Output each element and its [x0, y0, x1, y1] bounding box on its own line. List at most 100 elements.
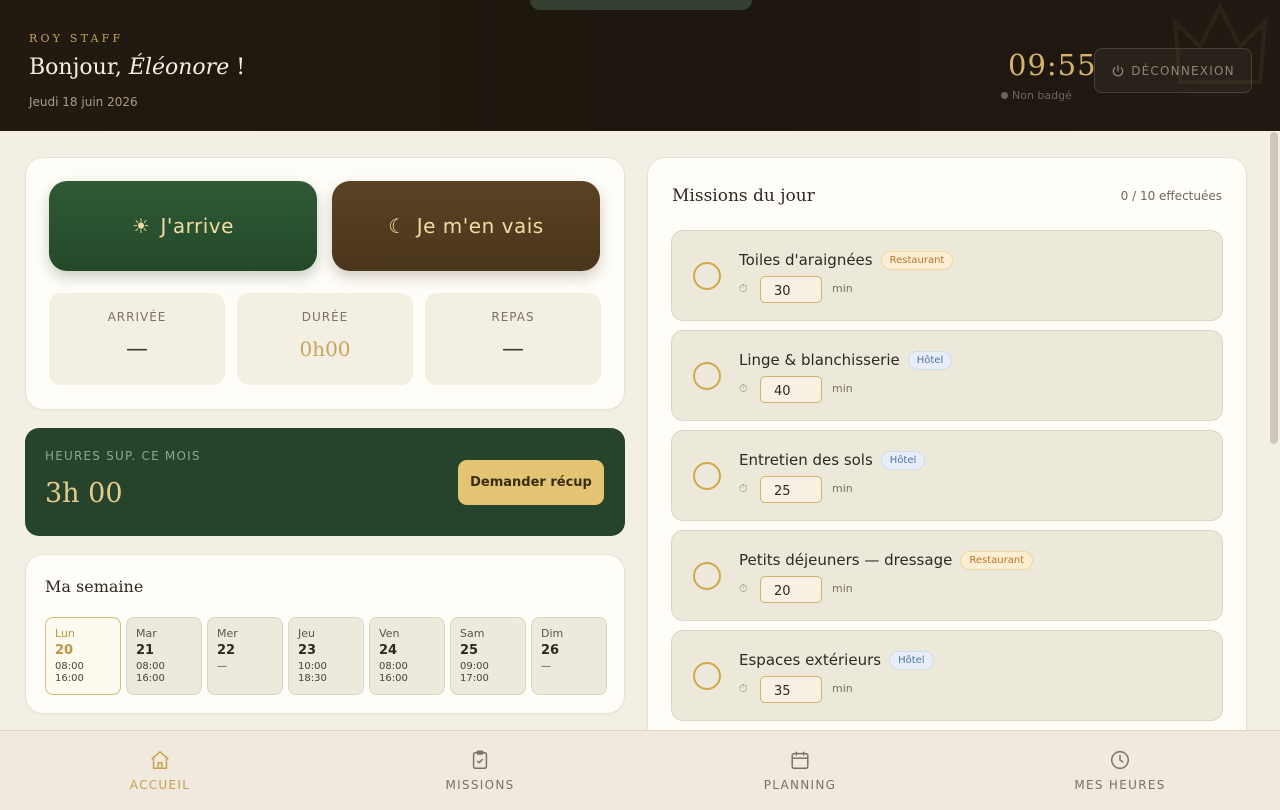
day-wed[interactable]: Mer 22 — [207, 617, 283, 695]
missions-count: 0 / 10 effectuées [1120, 189, 1222, 203]
mission-checkbox[interactable] [693, 562, 721, 590]
current-time: 09:55 [1008, 48, 1097, 82]
nav-planning[interactable]: PLANNING [640, 731, 960, 810]
mission-checkbox[interactable] [693, 262, 721, 290]
duration-unit: min [832, 482, 853, 495]
mission-checkbox[interactable] [693, 462, 721, 490]
nav-label: MISSIONS [445, 778, 515, 792]
power-icon [1112, 64, 1124, 76]
nav-home[interactable]: ACCUEIL [0, 731, 320, 810]
day-start: 08:00 [136, 661, 165, 672]
mission-duration-input[interactable] [760, 676, 822, 703]
mission-item: Espaces extérieurs Hôtel ⏱ min [671, 630, 1223, 721]
day-date: 20 [55, 643, 74, 658]
request-recovery-button[interactable]: Demander récup [458, 460, 604, 505]
day-start: 09:00 [460, 661, 489, 672]
mission-duration-input[interactable] [760, 276, 822, 303]
stat-arrival: ARRIVÉE — [49, 293, 225, 385]
page-scrollbar[interactable] [1270, 132, 1278, 444]
mission-duration-input[interactable] [760, 576, 822, 603]
greeting-suffix: ! [229, 55, 246, 80]
day-start: — [541, 661, 551, 672]
logout-button[interactable]: DÉCONNEXION [1094, 48, 1252, 93]
mission-name: Espaces extérieurs [739, 651, 882, 669]
mission-item: Petits déjeuners — dressage Restaurant ⏱ … [671, 530, 1223, 621]
day-tue[interactable]: Mar 21 08:00 16:00 [126, 617, 202, 695]
mission-name: Entretien des sols [739, 451, 873, 469]
mission-duration-input[interactable] [760, 476, 822, 503]
leave-button[interactable]: ☾ Je m'en vais [332, 181, 600, 271]
stat-value: 0h00 [299, 337, 351, 361]
arrive-button[interactable]: ☀ J'arrive [49, 181, 317, 271]
sun-icon: ☀ [132, 214, 151, 238]
app-header: ROY STAFF Bonjour, Éléonore ! Jeudi 18 j… [0, 0, 1280, 131]
user-name: Éléonore [128, 55, 230, 80]
day-end: 16:00 [136, 673, 165, 684]
day-name: Jeu [298, 627, 315, 640]
mission-tag: Restaurant [880, 251, 954, 270]
greeting-prefix: Bonjour, [29, 55, 129, 80]
duration-unit: min [832, 282, 853, 295]
day-start: 10:00 [298, 661, 327, 672]
day-thu[interactable]: Jeu 23 10:00 18:30 [288, 617, 364, 695]
day-date: 25 [460, 643, 479, 658]
timer-icon: ⏱ [739, 382, 748, 395]
missions-title: Missions du jour [672, 186, 815, 206]
day-date: 26 [541, 643, 560, 658]
duration-unit: min [832, 682, 853, 695]
mission-name-row: Entretien des sols Hôtel [739, 451, 926, 470]
logout-label: DÉCONNEXION [1131, 63, 1235, 78]
mission-item: Entretien des sols Hôtel ⏱ min [671, 430, 1223, 521]
mission-duration-input[interactable] [760, 376, 822, 403]
duration-unit: min [832, 582, 853, 595]
day-date: 24 [379, 643, 398, 658]
device-notch [530, 0, 752, 10]
day-name: Sam [460, 627, 485, 640]
day-mon[interactable]: Lun 20 08:00 16:00 [45, 617, 121, 695]
overtime-card: HEURES SUP. CE MOIS 3h 00 Demander récup [25, 428, 625, 536]
day-end: 17:00 [460, 673, 489, 684]
mission-checkbox[interactable] [693, 662, 721, 690]
week-card: Ma semaine Lun 20 08:00 16:00 Mar 21 08:… [25, 554, 625, 714]
nav-label: PLANNING [763, 778, 837, 792]
mission-name-row: Petits déjeuners — dressage Restaurant [739, 551, 1034, 570]
mission-checkbox[interactable] [693, 362, 721, 390]
day-end: 16:00 [379, 673, 408, 684]
day-name: Mer [217, 627, 238, 640]
stat-value: — [502, 337, 524, 362]
leave-label: Je m'en vais [416, 214, 544, 238]
mission-tag: Hôtel [907, 351, 953, 370]
nav-hours[interactable]: MES HEURES [960, 731, 1280, 810]
day-fri[interactable]: Ven 24 08:00 16:00 [369, 617, 445, 695]
overtime-value: 3h 00 [45, 478, 123, 509]
mission-name-row: Linge & blanchisserie Hôtel [739, 351, 953, 370]
day-name: Lun [55, 627, 75, 640]
timer-icon: ⏱ [739, 682, 748, 695]
day-start: — [217, 661, 227, 672]
stat-label: ARRIVÉE [107, 310, 167, 324]
home-icon [151, 751, 169, 769]
day-start: 08:00 [55, 661, 84, 672]
timer-icon: ⏱ [739, 482, 748, 495]
mission-tag: Hôtel [880, 451, 926, 470]
day-date: 21 [136, 643, 155, 658]
moon-icon: ☾ [388, 214, 407, 238]
missions-card: Missions du jour 0 / 10 effectuées Toile… [647, 157, 1247, 757]
nav-label: ACCUEIL [129, 778, 191, 792]
badge-status: Non badgé [1001, 89, 1072, 102]
stat-meal: REPAS — [425, 293, 601, 385]
greeting: Bonjour, Éléonore ! [29, 55, 245, 80]
duration-unit: min [832, 382, 853, 395]
clock-icon [1111, 751, 1129, 769]
day-sat[interactable]: Sam 25 09:00 17:00 [450, 617, 526, 695]
nav-missions[interactable]: MISSIONS [320, 731, 640, 810]
mission-name: Toiles d'araignées [739, 251, 873, 269]
calendar-icon [791, 751, 809, 769]
status-dot-icon [1001, 92, 1008, 99]
stat-duration: DURÉE 0h00 [237, 293, 413, 385]
mission-item: Toiles d'araignées Restaurant ⏱ min [671, 230, 1223, 321]
overtime-label: HEURES SUP. CE MOIS [45, 449, 201, 463]
day-sun[interactable]: Dim 26 — [531, 617, 607, 695]
mission-name: Petits déjeuners — dressage [739, 551, 953, 569]
week-title: Ma semaine [45, 577, 144, 596]
